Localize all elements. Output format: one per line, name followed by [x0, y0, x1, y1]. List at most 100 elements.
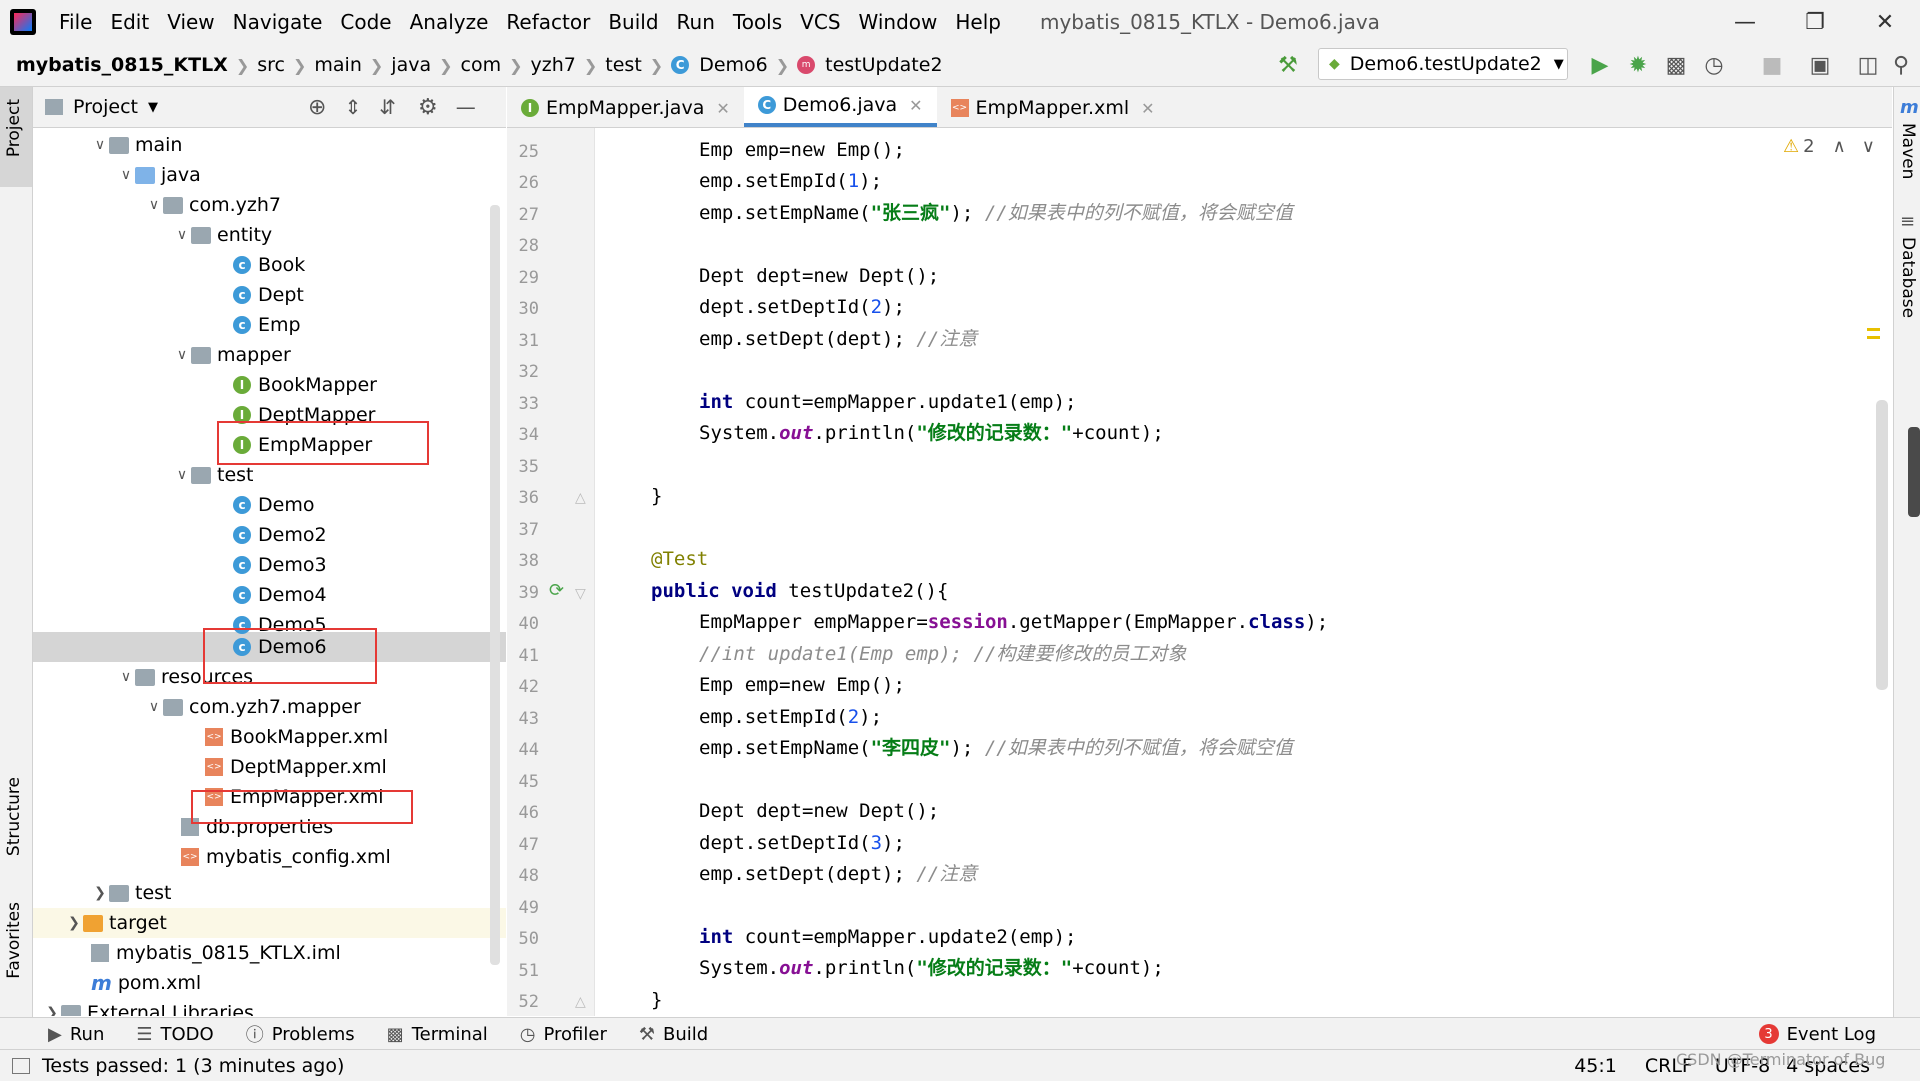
project-panel-title[interactable]: Project — [73, 96, 138, 118]
breadcrumb-main[interactable]: main — [308, 54, 367, 76]
menu-edit[interactable]: Edit — [101, 10, 158, 34]
breadcrumb-com[interactable]: com — [455, 54, 508, 76]
hide-icon[interactable]: — — [456, 95, 476, 119]
tree-item-java[interactable]: ∨ java — [117, 160, 201, 190]
tree-item-bookmapper-xml[interactable]: <> BookMapper.xml — [205, 722, 388, 752]
breadcrumb-project[interactable]: mybatis_0815_KTLX — [0, 54, 234, 76]
warning-stripe[interactable] — [1867, 328, 1880, 331]
breadcrumb-test[interactable]: test — [599, 54, 648, 76]
tool-event-log[interactable]: 3 Event Log — [1758, 1024, 1876, 1045]
menu-help[interactable]: Help — [946, 10, 1010, 34]
menu-navigate[interactable]: Navigate — [224, 10, 332, 34]
tree-item-package[interactable]: ∨ com.yzh7 — [145, 190, 281, 220]
tool-terminal[interactable]: ▩ Terminal — [387, 1024, 488, 1045]
breadcrumb-src[interactable]: src — [251, 54, 291, 76]
window-toggle-icon[interactable] — [12, 1057, 30, 1074]
tree-item-iml[interactable]: mybatis_0815_KTLX.iml — [91, 938, 341, 968]
tool-profiler[interactable]: ◷ Profiler — [520, 1024, 607, 1045]
close-icon[interactable]: ✕ — [909, 96, 922, 115]
tree-item-mapper-resources[interactable]: ∨ com.yzh7.mapper — [145, 692, 361, 722]
tool-problems[interactable]: ⓘ Problems — [246, 1021, 355, 1047]
menu-analyze[interactable]: Analyze — [401, 10, 498, 34]
tree-item-demo[interactable]: c Demo — [233, 490, 314, 520]
chevron-down-icon[interactable]: ▼ — [148, 100, 158, 115]
project-structure-icon[interactable]: ▣ — [1805, 50, 1835, 80]
fold-icon[interactable]: △ — [575, 490, 586, 506]
fold-icon[interactable]: △ — [575, 994, 586, 1010]
inspection-widget[interactable]: ⚠ 2 ∧ ∨ — [1783, 136, 1875, 157]
breadcrumb-class[interactable]: Demo6 — [693, 54, 774, 76]
run-icon[interactable]: ▶ — [1585, 50, 1615, 80]
menu-vcs[interactable]: VCS — [791, 10, 849, 34]
coverage-icon[interactable]: ▩ — [1661, 50, 1691, 80]
chevron-up-icon[interactable]: ∧ — [1833, 136, 1846, 157]
tool-database[interactable]: Database — [1898, 237, 1918, 318]
caret-position[interactable]: 45:1 — [1574, 1055, 1617, 1077]
code-editor[interactable]: Emp emp=new Emp(); emp.setEmpId(1); emp.… — [595, 128, 1880, 1016]
menu-build[interactable]: Build — [599, 10, 667, 34]
tab-demo6-java[interactable]: C Demo6.java ✕ — [743, 87, 937, 127]
menu-window[interactable]: Window — [850, 10, 947, 34]
tree-item-bookmapper[interactable]: I BookMapper — [233, 370, 377, 400]
build-hammer-icon[interactable]: ⚒ — [1273, 50, 1303, 80]
collapse-all-icon[interactable]: ⇵ — [379, 95, 396, 119]
menu-code[interactable]: Code — [331, 10, 400, 34]
warning-stripe[interactable] — [1867, 336, 1880, 339]
project-scrollbar[interactable] — [490, 205, 500, 965]
locate-icon[interactable]: ⊕ — [308, 95, 326, 120]
tool-maven[interactable]: Maven — [1898, 123, 1918, 179]
tree-item-mybatis-config[interactable]: <> mybatis_config.xml — [181, 842, 391, 872]
stop-icon[interactable]: ■ — [1757, 50, 1787, 80]
search-icon[interactable]: ⚲ — [1886, 50, 1916, 80]
chevron-down-icon: ▼ — [1553, 56, 1564, 72]
expand-all-icon[interactable]: ⇕ — [344, 95, 361, 119]
tab-empmapper-xml[interactable]: <> EmpMapper.xml ✕ — [937, 89, 1169, 127]
tool-structure[interactable]: Structure — [4, 777, 24, 856]
close-icon[interactable]: ✕ — [1850, 0, 1920, 44]
status-message[interactable]: Tests passed: 1 (3 minutes ago) — [42, 1055, 344, 1077]
tool-favorites[interactable]: Favorites — [4, 902, 24, 979]
tree-item-demo3[interactable]: c Demo3 — [233, 550, 327, 580]
editor-scrollbar[interactable] — [1876, 400, 1888, 690]
tool-project[interactable]: Project — [4, 99, 24, 157]
tree-item-emp[interactable]: c Emp — [233, 310, 301, 340]
run-test-gutter-icon[interactable]: ⟳ — [549, 580, 564, 601]
tool-todo[interactable]: ☰ TODO — [136, 1024, 213, 1045]
menu-tools[interactable]: Tools — [724, 10, 791, 34]
menu-run[interactable]: Run — [668, 10, 724, 34]
tool-run[interactable]: ▶ Run — [48, 1024, 104, 1045]
restore-icon[interactable]: ❐ — [1780, 0, 1850, 44]
tree-item-mapper[interactable]: ∨ mapper — [173, 340, 291, 370]
tree-item-book[interactable]: c Book — [233, 250, 305, 280]
debug-icon[interactable]: ✹ — [1623, 50, 1653, 80]
tree-item-demo2[interactable]: c Demo2 — [233, 520, 327, 550]
chevron-down-icon[interactable]: ∨ — [1862, 136, 1875, 157]
menu-refactor[interactable]: Refactor — [497, 10, 599, 34]
tool-build[interactable]: ⚒ Build — [639, 1024, 708, 1045]
menu-file[interactable]: File — [50, 10, 101, 34]
code-static-field: out — [779, 422, 814, 444]
tree-item-test[interactable]: ❯ test — [91, 878, 171, 908]
tree-item-main[interactable]: ∨ main — [91, 130, 183, 160]
tree-item-entity[interactable]: ∨ entity — [173, 220, 272, 250]
close-icon[interactable]: ✕ — [1141, 99, 1154, 118]
close-icon[interactable]: ✕ — [716, 99, 729, 118]
breadcrumb-method[interactable]: testUpdate2 — [819, 54, 948, 76]
layout-icon[interactable]: ◫ — [1853, 50, 1883, 80]
breadcrumb-java[interactable]: java — [385, 54, 437, 76]
tab-empmapper-java[interactable]: I EmpMapper.java ✕ — [507, 89, 744, 127]
tree-item-demo4[interactable]: c Demo4 — [233, 580, 327, 610]
tree-item-dept[interactable]: c Dept — [233, 280, 304, 310]
minimize-icon[interactable]: — — [1710, 0, 1780, 44]
tree-item-deptmapper-xml[interactable]: <> DeptMapper.xml — [205, 752, 387, 782]
menu-view[interactable]: View — [158, 10, 223, 34]
tree-item-pom[interactable]: m pom.xml — [91, 968, 201, 998]
profile-icon[interactable]: ◷ — [1699, 50, 1729, 80]
breadcrumb-yzh7[interactable]: yzh7 — [525, 54, 582, 76]
tree-item-external-libraries[interactable]: ❯ External Libraries — [43, 998, 254, 1016]
tree-item-target[interactable]: ❯ target — [65, 908, 167, 938]
run-configuration-select[interactable]: ◆ Demo6.testUpdate2 ▼ — [1318, 48, 1568, 80]
gear-icon[interactable]: ⚙ — [418, 95, 438, 120]
fold-icon[interactable]: ▽ — [575, 586, 586, 602]
side-handle[interactable] — [1908, 427, 1920, 517]
